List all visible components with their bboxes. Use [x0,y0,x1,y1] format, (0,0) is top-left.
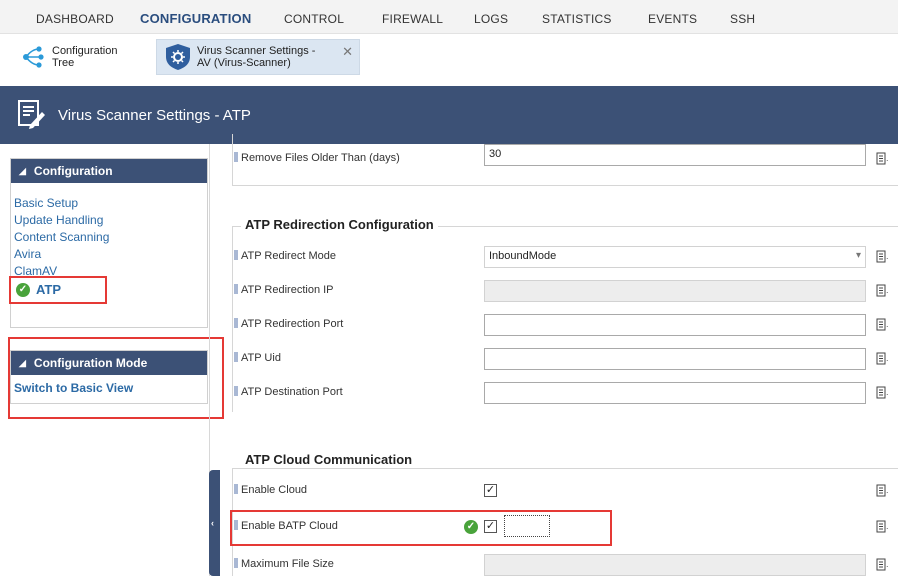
nav-basic-setup[interactable]: Basic Setup [14,196,78,210]
document-menu-icon[interactable] [876,386,889,400]
tab-configuration-tree[interactable]: Configuration Tree [20,39,148,75]
menu-events[interactable]: EVENTS [648,12,697,26]
max-file-size-label: Maximum File Size [234,558,334,570]
document-menu-icon[interactable] [876,558,889,572]
highlight-configuration-mode [8,337,224,419]
destination-port-label: ATP Destination Port [234,386,343,398]
configuration-section-title: Configuration [33,164,113,178]
highlight-enable-batp [230,510,612,546]
highlight-atp [9,276,107,304]
row-redirection-port: ATP Redirection Port [232,310,898,340]
redirection-ip-input [484,280,866,302]
remove-files-label: Remove Files Older Than (days) [234,152,400,164]
tab-configuration-tree-label: Configuration Tree [52,45,118,69]
tree-icon [23,46,44,68]
menu-logs[interactable]: LOGS [474,12,508,26]
nav-content-scanning[interactable]: Content Scanning [14,230,109,244]
redirect-mode-value: InboundMode [489,250,557,262]
row-max-file-size: Maximum File Size [232,550,898,576]
enable-cloud-checkbox[interactable]: ✓ [484,484,497,497]
redirect-mode-label: ATP Redirect Mode [234,250,336,262]
redirect-mode-select[interactable]: InboundMode ▾ [484,246,866,268]
settings-form: Remove Files Older Than (days) 30 ATP Re… [230,134,898,576]
chevron-left-icon: ‹ [211,518,214,528]
configuration-section-header[interactable]: ◢ Configuration [11,159,207,183]
menu-dashboard[interactable]: DASHBOARD [36,12,114,26]
collapse-panel-handle[interactable]: ‹ [209,470,220,576]
document-menu-icon[interactable] [876,484,889,498]
edit-document-icon [18,100,45,129]
tab-virus-scanner-settings[interactable]: Virus Scanner Settings - AV (Virus-Scann… [156,39,360,75]
collapse-triangle-icon: ◢ [19,165,26,176]
document-menu-icon[interactable] [876,318,889,332]
menu-ssh[interactable]: SSH [730,12,755,26]
chevron-down-icon: ▾ [855,250,861,261]
row-redirection-ip: ATP Redirection IP [232,276,898,306]
document-menu-icon[interactable] [876,352,889,366]
atp-uid-label: ATP Uid [234,352,281,364]
redirection-ip-label: ATP Redirection IP [234,284,334,296]
max-file-size-input [484,554,866,576]
row-redirect-mode: ATP Redirect Mode InboundMode ▾ [232,242,898,272]
row-destination-port: ATP Destination Port [232,378,898,408]
remove-files-input[interactable]: 30 [484,144,866,166]
atp-uid-input[interactable] [484,348,866,370]
row-remove-files: Remove Files Older Than (days) 30 [232,144,898,174]
close-tab-icon[interactable]: ✕ [342,44,353,60]
menu-configuration[interactable]: CONFIGURATION [140,11,251,26]
row-atp-uid: ATP Uid [232,344,898,374]
enable-cloud-label: Enable Cloud [234,484,307,496]
menu-statistics[interactable]: STATISTICS [542,12,612,26]
cloud-group-title: ATP Cloud Communication [241,452,417,467]
menu-firewall[interactable]: FIREWALL [382,12,443,26]
destination-port-input[interactable] [484,382,866,404]
redirection-port-input[interactable] [484,314,866,336]
redirection-group-title: ATP Redirection Configuration [241,217,438,232]
row-enable-cloud: Enable Cloud ✓ [232,476,898,506]
document-menu-icon[interactable] [876,520,889,534]
page-title: Virus Scanner Settings - ATP [58,107,251,124]
nav-avira[interactable]: Avira [14,247,41,261]
nav-update-handling[interactable]: Update Handling [14,213,103,227]
left-panel: ◢ Configuration Basic Setup Update Handl… [0,144,224,576]
redirection-port-label: ATP Redirection Port [234,318,343,330]
document-menu-icon[interactable] [876,284,889,298]
document-menu-icon[interactable] [876,152,889,166]
document-menu-icon[interactable] [876,250,889,264]
menu-control[interactable]: CONTROL [284,12,344,26]
tab-virus-scanner-label: Virus Scanner Settings - AV (Virus-Scann… [197,45,316,69]
virus-shield-icon [166,44,190,70]
tab-strip: Configuration Tree Virus Scanner Setting… [0,35,898,78]
top-menu: DASHBOARD CONFIGURATION CONTROL FIREWALL… [0,0,898,34]
